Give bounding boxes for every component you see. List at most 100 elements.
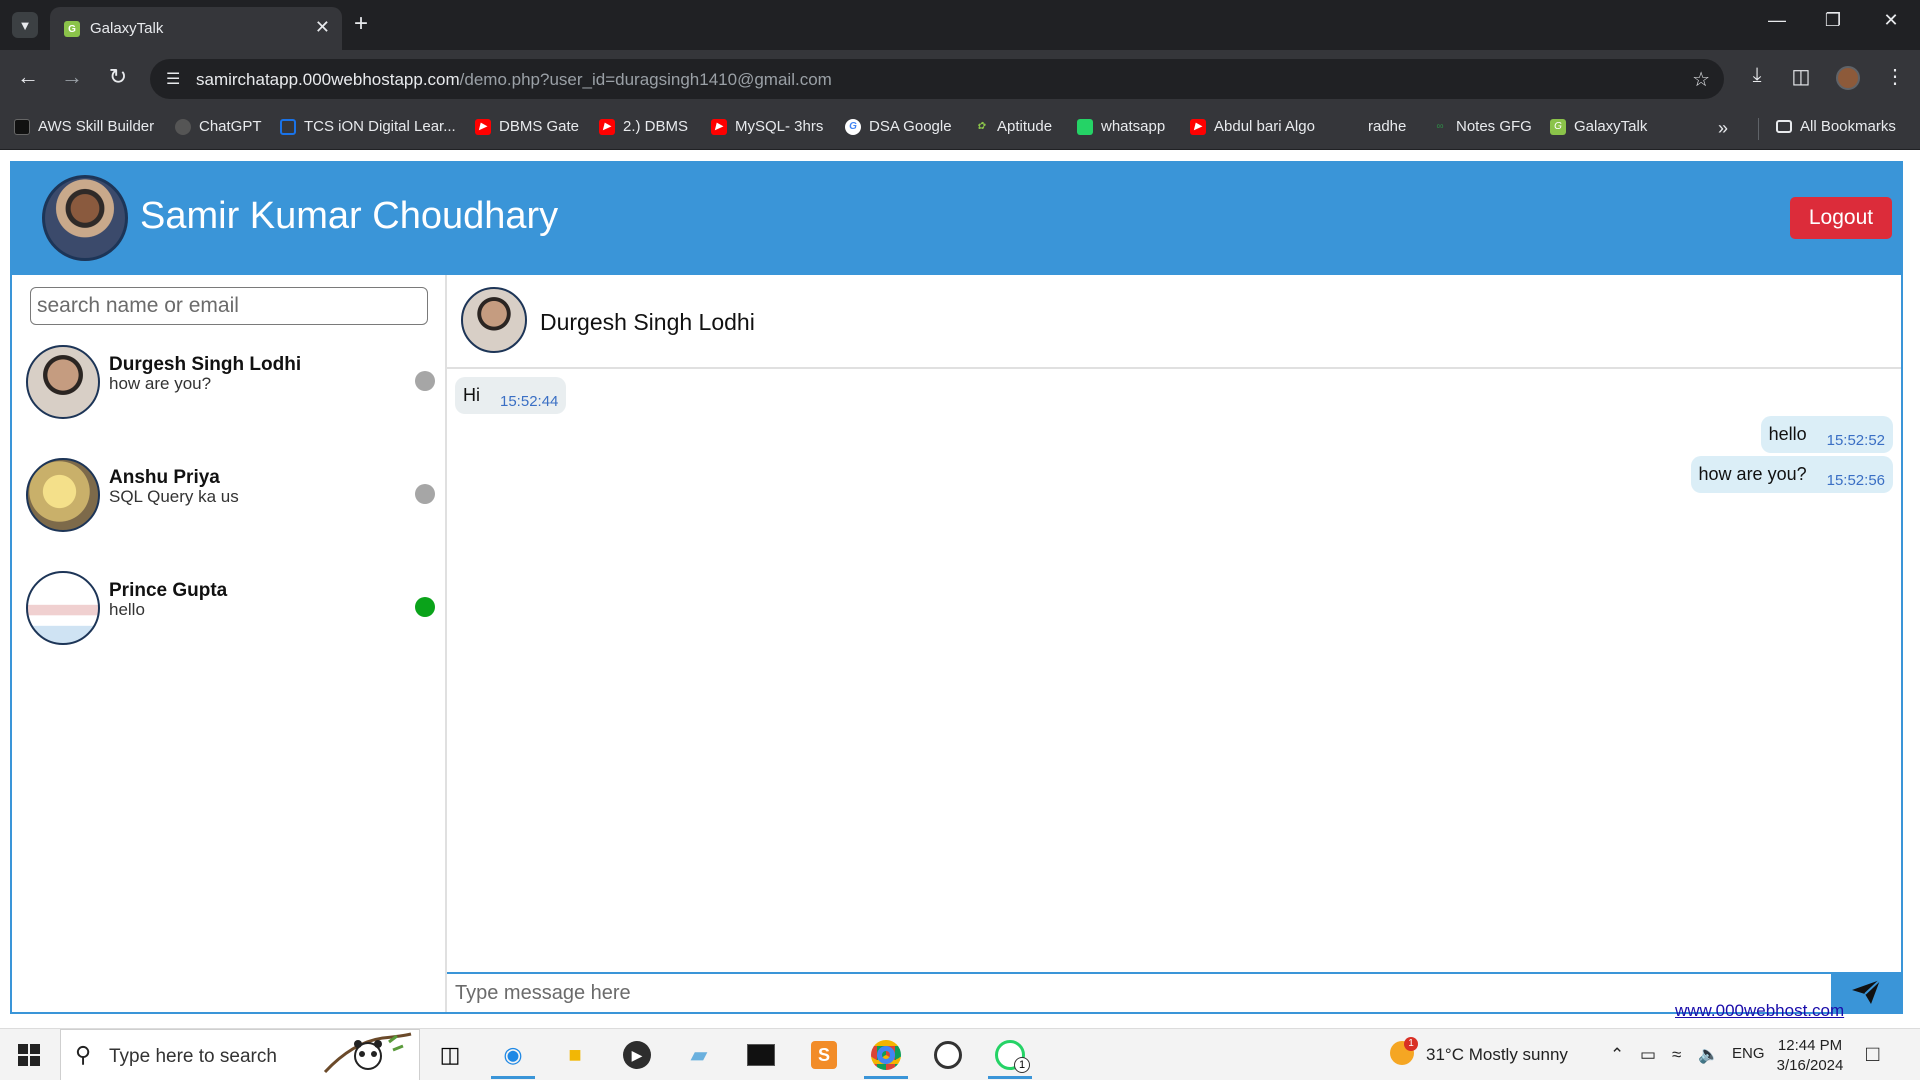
user-name: Samir Kumar Choudhary: [140, 195, 559, 237]
download-icon[interactable]: ⤓: [1742, 64, 1772, 87]
all-bookmarks-label: All Bookmarks: [1800, 118, 1896, 135]
contact-last-message: SQL Query ka us: [109, 487, 239, 506]
status-dot-offline: [415, 484, 435, 504]
profile-avatar[interactable]: [1836, 66, 1860, 90]
weather-badge: 1: [1404, 1037, 1418, 1051]
bookmark-dbms[interactable]: ▶ 2.) DBMS: [599, 118, 688, 135]
clock-app-icon[interactable]: [930, 1037, 966, 1073]
contact-item-prince[interactable]: Prince Gupta hello: [12, 571, 447, 671]
browser-tab-galaxytalk[interactable]: G GalaxyTalk ✕: [50, 7, 342, 50]
address-bar[interactable]: ☰ samirchatapp.000webhostapp.com/demo.ph…: [150, 59, 1724, 99]
bookmark-whatsapp[interactable]: whatsapp: [1077, 118, 1165, 135]
bookmark-star-icon[interactable]: ☆: [1692, 67, 1710, 92]
weather-text[interactable]: 31°C Mostly sunny: [1426, 1045, 1568, 1065]
wifi-icon[interactable]: ≈: [1672, 1045, 1681, 1065]
site-settings-icon[interactable]: ☰: [166, 69, 180, 89]
tab-close-icon[interactable]: ✕: [315, 17, 330, 38]
bookmark-mysql[interactable]: ▶ MySQL- 3hrs: [711, 118, 823, 135]
file-explorer-icon[interactable]: ■: [557, 1037, 593, 1073]
back-arrow-icon[interactable]: ←: [13, 64, 43, 90]
message-text: hello: [1768, 424, 1807, 444]
browser-toolbar: ← → ↻ ☰ samirchatapp.000webhostapp.com/d…: [0, 50, 1920, 108]
volume-icon[interactable]: 🔈: [1698, 1045, 1719, 1065]
chat-partner-avatar: [461, 287, 527, 353]
search-input[interactable]: [30, 287, 428, 325]
message-sent: how are you? 15:52:56: [1690, 456, 1893, 493]
google-icon: G: [845, 118, 861, 135]
bookmark-galaxytalk[interactable]: G GalaxyTalk: [1550, 118, 1647, 135]
url-host: samirchatapp.000webhostapp.com: [196, 70, 460, 89]
notification-center-icon[interactable]: □: [1866, 1041, 1879, 1067]
taskbar-clock[interactable]: 12:44 PM 3/16/2024: [1770, 1036, 1850, 1076]
contact-last-message: hello: [109, 600, 145, 619]
galaxytalk-favicon-icon: G: [64, 21, 80, 37]
restore-icon[interactable]: ❐: [1818, 10, 1848, 31]
bookmark-dsa-google[interactable]: G DSA Google: [845, 118, 952, 135]
bookmark-radhe[interactable]: radhe: [1368, 118, 1406, 135]
whatsapp-taskbar-icon[interactable]: 1: [988, 1037, 1032, 1079]
bookmark-abdul-bari[interactable]: ▶ Abdul bari Algo: [1190, 118, 1315, 135]
taskbar-search-box[interactable]: ⚲ Type here to search: [60, 1029, 420, 1080]
bookmark-aws[interactable]: AWS Skill Builder: [14, 118, 154, 135]
contact-avatar: [26, 345, 100, 419]
bookmark-label: whatsapp: [1101, 118, 1166, 135]
windows-start-icon[interactable]: [18, 1044, 40, 1066]
side-panel-icon[interactable]: ◫: [1786, 64, 1816, 89]
bookmark-notes-gfg[interactable]: ∞ Notes GFG: [1432, 118, 1532, 135]
bookmarks-bar: AWS Skill Builder ChatGPT TCS iON Digita…: [0, 108, 1920, 150]
new-tab-plus-icon[interactable]: +: [354, 10, 368, 38]
contact-name: Prince Gupta: [109, 580, 228, 601]
media-player-icon[interactable]: ▶: [619, 1037, 655, 1073]
search-icon: ⚲: [75, 1042, 92, 1067]
minimize-icon[interactable]: —: [1762, 10, 1792, 31]
battery-icon[interactable]: ▭: [1640, 1045, 1656, 1065]
message-input[interactable]: [447, 974, 1831, 1012]
contact-item-durgesh[interactable]: Durgesh Singh Lodhi how are you?: [12, 345, 447, 445]
web-page: Samir Kumar Choudhary Logout Durgesh Sin…: [0, 150, 1920, 1028]
bookmark-label: Notes GFG: [1456, 118, 1532, 135]
browser-tabstrip: ▼ G GalaxyTalk ✕ + — ❐ ✕: [0, 0, 1920, 50]
all-bookmarks[interactable]: All Bookmarks: [1776, 118, 1896, 135]
sublime-text-icon[interactable]: S: [806, 1037, 842, 1073]
forward-arrow-icon[interactable]: →: [57, 64, 87, 90]
edge-browser-icon[interactable]: ◉: [491, 1037, 535, 1079]
bookmark-label: Abdul bari Algo: [1214, 118, 1315, 135]
bookmark-dbms-gate[interactable]: ▶ DBMS Gate: [475, 118, 579, 135]
contact-avatar: [26, 458, 100, 532]
webhost-link[interactable]: www.000webhost.com: [1675, 1001, 1844, 1021]
task-view-icon[interactable]: ◫: [432, 1037, 468, 1073]
reload-icon[interactable]: ↻: [103, 64, 133, 90]
language-indicator[interactable]: ENG: [1732, 1045, 1765, 1062]
menu-kebab-icon[interactable]: ⋮: [1880, 64, 1910, 89]
bookmark-chatgpt[interactable]: ChatGPT: [175, 118, 262, 135]
send-plane-icon: [1852, 979, 1881, 1004]
tray-chevron-up-icon[interactable]: ⌃: [1610, 1045, 1624, 1065]
bookmark-label: ChatGPT: [199, 118, 262, 135]
whatsapp-icon: [1077, 118, 1093, 135]
bookmarks-overflow-icon[interactable]: »: [1718, 118, 1728, 139]
search-highlight-panda-icon: [323, 1032, 412, 1074]
logout-button[interactable]: Logout: [1790, 197, 1892, 239]
bookmark-tcs[interactable]: TCS iON Digital Lear...: [280, 118, 456, 135]
url-text[interactable]: samirchatapp.000webhostapp.com/demo.php?…: [196, 70, 832, 90]
terminal-icon[interactable]: [743, 1037, 779, 1073]
contact-name: Anshu Priya: [109, 467, 220, 488]
bookmark-label: TCS iON Digital Lear...: [304, 118, 456, 135]
message-text: how are you?: [1698, 464, 1807, 484]
clock-date: 3/16/2024: [1776, 1057, 1844, 1074]
message-sent: hello 15:52:52: [1760, 416, 1893, 453]
chrome-icon[interactable]: [864, 1037, 908, 1079]
url-path: /demo.php?user_id=duragsingh1410@gmail.c…: [459, 70, 832, 89]
youtube-icon: ▶: [1190, 118, 1206, 135]
contact-name: Durgesh Singh Lodhi: [109, 354, 302, 375]
status-dot-online: [415, 597, 435, 617]
bookmark-label: AWS Skill Builder: [38, 118, 155, 135]
tab-search-chevron-icon[interactable]: ▼: [12, 12, 38, 38]
contact-item-anshu[interactable]: Anshu Priya SQL Query ka us: [12, 458, 447, 558]
youtube-icon: ▶: [599, 118, 615, 135]
notepad-icon[interactable]: ▰: [681, 1037, 717, 1073]
chatgpt-icon: [175, 118, 191, 135]
window-close-icon[interactable]: ✕: [1876, 10, 1906, 31]
bookmark-aptitude[interactable]: ✿ Aptitude: [973, 118, 1052, 135]
contact-avatar: [26, 571, 100, 645]
